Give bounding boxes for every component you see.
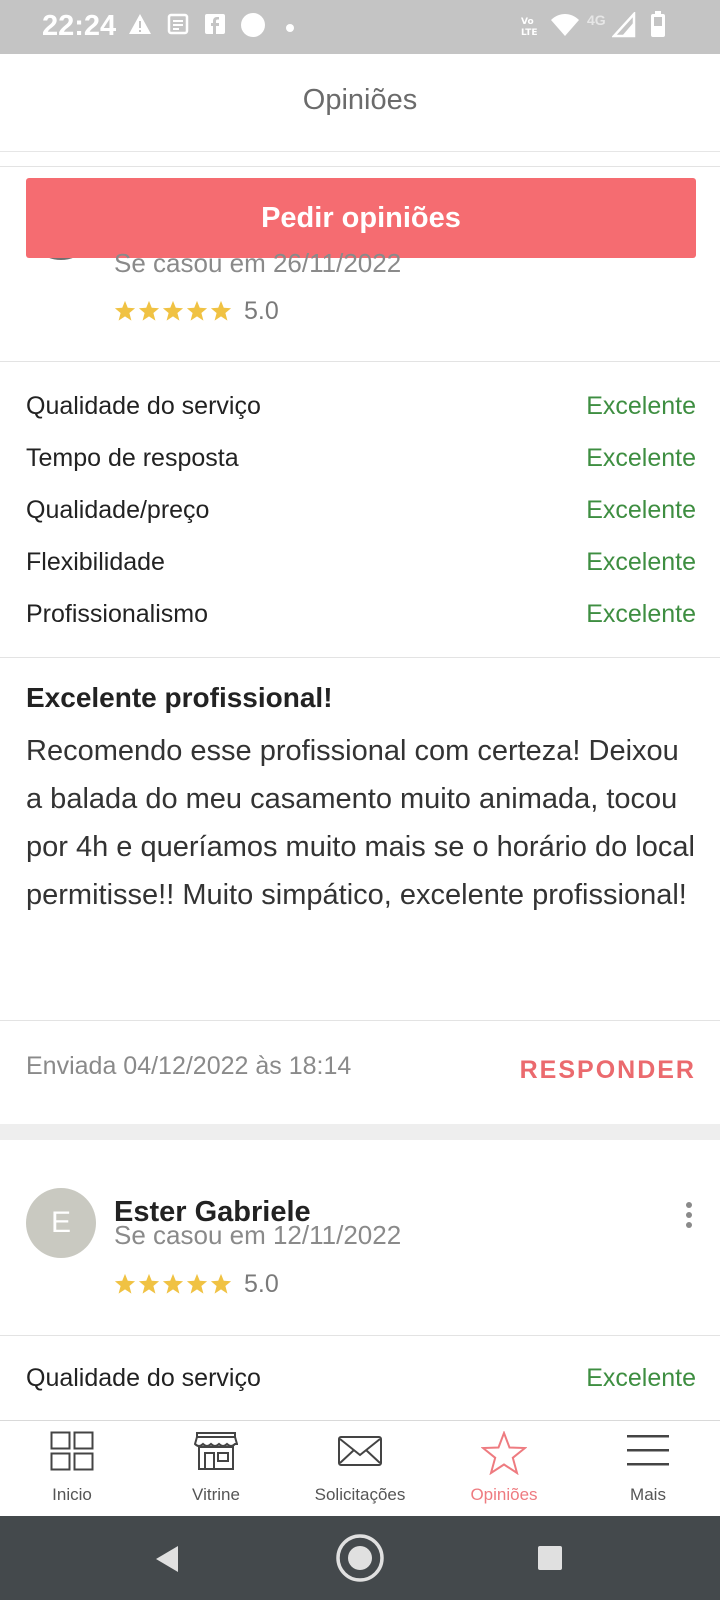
back-icon[interactable] [154, 1544, 180, 1579]
reviews-list[interactable]: Pedir opiniões Se casou em 26/11/2022 5.… [0, 152, 720, 1420]
divider [0, 1020, 720, 1021]
dot-icon [285, 20, 295, 38]
criteria-label: Qualidade/preço [26, 495, 210, 524]
criteria-label: Qualidade do serviço [26, 391, 261, 420]
criteria-row: Qualidade do serviço Excelente [26, 1360, 696, 1396]
nav-item-vitrine[interactable]: Vitrine [144, 1421, 288, 1517]
nav-item-inicio[interactable]: Inicio [0, 1421, 144, 1517]
page-title: Opiniões [302, 84, 418, 116]
star-icon [114, 300, 136, 321]
star-rating [114, 1273, 232, 1295]
criteria-value: Excelente [586, 1363, 696, 1392]
volte-icon: Vo LTE [519, 14, 543, 43]
nav-label: Solicitações [314, 1485, 406, 1504]
star-icon [162, 1273, 184, 1294]
divider [0, 166, 720, 167]
criteria-label: Qualidade do serviço [26, 1363, 261, 1392]
divider [0, 361, 720, 362]
criteria-label: Flexibilidade [26, 547, 165, 576]
nav-item-opinioes[interactable]: Opiniões [432, 1421, 576, 1517]
bottom-nav: Inicio Vitrine Solicitações Opiniões Mai… [0, 1420, 720, 1516]
wedding-date: Se casou em 26/11/2022 [114, 248, 402, 278]
svg-text:LTE: LTE [521, 28, 538, 38]
criteria-row: Qualidade do serviço Excelente [26, 388, 696, 424]
rating-score: 5.0 [244, 296, 279, 325]
nav-label: Mais [630, 1485, 666, 1504]
warning-icon [128, 12, 152, 41]
criteria-row: Qualidade/preço Excelente [26, 492, 696, 528]
star-icon [162, 300, 184, 321]
criteria-row: Profissionalismo Excelente [26, 596, 696, 632]
status-bar: 22:24 Vo LTE 4G [0, 0, 720, 54]
sent-date: Enviada 04/12/2022 às 18:14 [26, 1052, 352, 1080]
battery-icon [650, 10, 666, 43]
rating-score: 5.0 [244, 1269, 279, 1298]
news-icon [166, 12, 190, 41]
avatar: E [26, 1188, 96, 1258]
nav-item-mais[interactable]: Mais [576, 1421, 720, 1517]
star-icon [186, 300, 208, 321]
star-rating [114, 300, 232, 322]
section-gap [0, 1124, 720, 1140]
svg-text:Vo: Vo [521, 17, 534, 27]
home-icon[interactable] [336, 1534, 384, 1587]
criteria-label: Profissionalismo [26, 599, 209, 628]
network-4g-label: 4G [587, 12, 606, 28]
app-header: Opiniões [0, 54, 720, 152]
system-nav-bar [0, 1516, 720, 1600]
divider [0, 657, 720, 658]
criteria-row: Tempo de resposta Excelente [26, 440, 696, 476]
star-icon [210, 300, 232, 321]
star-icon [210, 1273, 232, 1294]
circle-icon [240, 12, 266, 43]
reply-button[interactable]: RESPONDER [520, 1056, 696, 1085]
criteria-row: Flexibilidade Excelente [26, 544, 696, 580]
criteria-value: Excelente [586, 599, 696, 628]
star-icon [186, 1273, 208, 1294]
divider [0, 1335, 720, 1336]
facebook-icon [203, 12, 227, 41]
criteria-label: Tempo de resposta [26, 443, 239, 472]
wedding-date: Se casou em 12/11/2022 [114, 1220, 402, 1250]
wifi-icon [550, 12, 580, 43]
criteria-value: Excelente [586, 443, 696, 472]
criteria-value: Excelente [586, 495, 696, 524]
star-icon [138, 300, 160, 321]
star-icon [138, 1273, 160, 1294]
review-title: Excelente profissional! [26, 682, 333, 713]
star-icon [114, 1273, 136, 1294]
ask-reviews-button[interactable]: Pedir opiniões [26, 178, 696, 258]
recents-icon[interactable] [537, 1545, 563, 1576]
signal-4g-icon [611, 10, 636, 43]
rating: 5.0 [114, 1269, 279, 1299]
nav-label: Vitrine [192, 1485, 240, 1504]
rating: 5.0 [114, 296, 279, 326]
status-time: 22:24 [42, 10, 117, 42]
criteria-value: Excelente [586, 391, 696, 420]
nav-label: Opiniões [470, 1485, 538, 1504]
more-options-icon[interactable] [684, 1202, 694, 1228]
nav-item-solicitacoes[interactable]: Solicitações [288, 1421, 432, 1517]
nav-label: Inicio [52, 1485, 92, 1504]
review-text: Recomendo esse profissional com certeza!… [26, 735, 695, 911]
criteria-value: Excelente [586, 547, 696, 576]
